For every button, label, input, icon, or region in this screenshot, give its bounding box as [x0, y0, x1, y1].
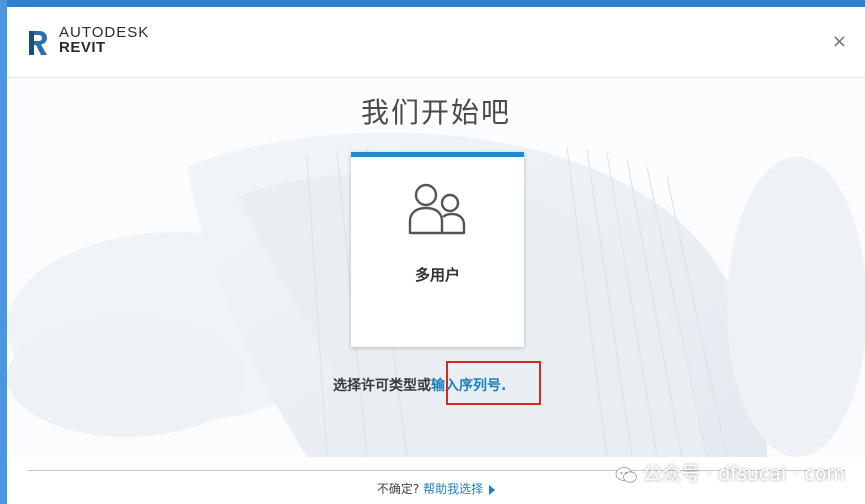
multi-user-icon — [408, 183, 466, 235]
watermark-text: 公众号 · dfsucai · com — [643, 463, 845, 485]
help-me-choose-link[interactable]: 帮助我选择 — [423, 482, 483, 496]
window-frame-left — [0, 0, 7, 504]
license-prompt-text: 选择许可类型或 — [333, 378, 431, 394]
license-card-label: 多用户 — [414, 266, 460, 284]
brand-product: REVIT — [59, 39, 106, 56]
revit-logo-icon — [29, 31, 47, 55]
close-button[interactable]: × — [832, 33, 847, 51]
watermark: 公众号 · dfsucai · com — [615, 459, 845, 486]
multi-user-license-card[interactable]: 多用户 — [351, 152, 524, 347]
annotation-highlight-box — [446, 361, 541, 405]
footer-question: 不确定? — [376, 482, 420, 496]
window-frame-top — [0, 0, 865, 7]
brand-wordmark: AUTODESK REVIT — [59, 25, 149, 55]
page-title: 我们开始吧 — [360, 96, 511, 129]
play-arrow-icon[interactable] — [489, 484, 496, 495]
dialog-header: AUTODESK REVIT × — [7, 7, 865, 78]
wechat-icon — [615, 466, 638, 483]
brand-company: AUTODESK — [59, 24, 150, 41]
revit-license-dialog: AUTODESK REVIT × 我们开始吧 多用户 选择许可类型或输入序列号.… — [0, 0, 865, 504]
dialog-body: AUTODESK REVIT × 我们开始吧 多用户 选择许可类型或输入序列号.… — [7, 7, 865, 504]
